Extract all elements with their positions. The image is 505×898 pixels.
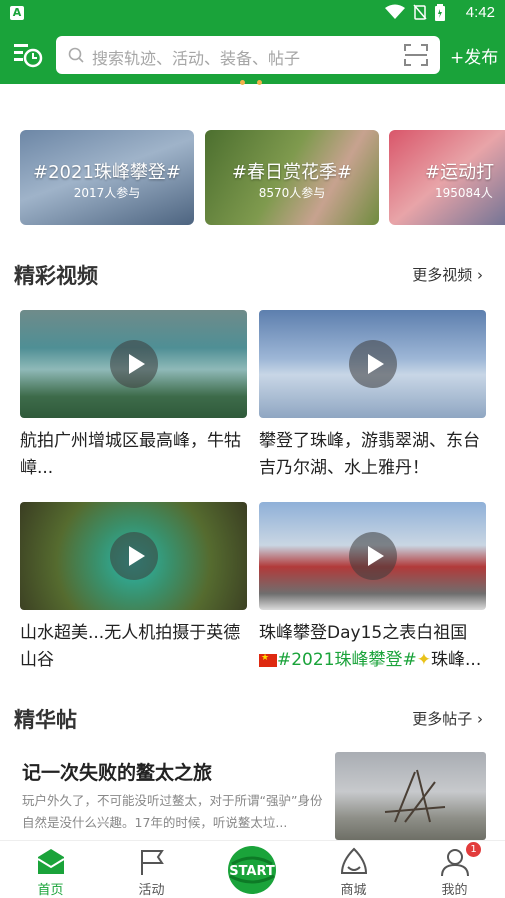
topic-tag[interactable]: #2021珠峰攀登#: [277, 650, 417, 670]
start-label: START: [229, 864, 275, 879]
topic-title: #春日赏花季#: [231, 162, 353, 183]
video-title: 攀登了珠峰，游翡翠湖、东台吉乃尔湖、水上雅丹！: [259, 431, 480, 478]
status-icons: [385, 4, 445, 21]
topic-title: #2021珠峰攀登#: [33, 162, 181, 183]
tab-home[interactable]: 首页: [0, 841, 101, 898]
pager-dot: [257, 80, 262, 85]
publish-button[interactable]: +发布: [450, 43, 498, 68]
top-bar: 搜索轨迹、活动、装备、帖子 +发布: [0, 26, 505, 84]
video-title-tail: 珠峰...: [431, 650, 482, 670]
china-flag-icon: ★: [259, 653, 277, 667]
tab-label: 首页: [37, 883, 64, 898]
search-icon: [68, 47, 84, 63]
search-bar[interactable]: 搜索轨迹、活动、装备、帖子: [56, 36, 440, 74]
video-title: 珠峰攀登Day15之表白祖国 ★ #2021珠峰攀登#✦珠峰...: [259, 620, 486, 674]
chevron-right-icon: ›: [477, 266, 483, 284]
tab-label: 我的: [441, 883, 468, 898]
no-sim-icon: [413, 4, 427, 20]
video-card[interactable]: 航拍广州增城区最高峰，牛牯嶂...: [20, 310, 247, 482]
play-icon[interactable]: [109, 340, 158, 388]
video-title: 航拍广州增城区最高峰，牛牯嶂...: [20, 431, 241, 478]
video-title: 山水超美...无人机拍摄于英德山谷: [20, 623, 241, 670]
pager-dot: [240, 80, 245, 85]
post-card[interactable]: 记一次失败的鳌太之旅 玩户外久了，不可能没听过鳌太，对于所谓“强驴”身份自然是没…: [20, 752, 486, 840]
video-card[interactable]: 山水超美...无人机拍摄于英德山谷: [20, 502, 247, 674]
bottom-tab-bar: 首页 活动 START 商城 1 我的: [0, 840, 505, 898]
video-card[interactable]: 攀登了珠峰，游翡翠湖、东台吉乃尔湖、水上雅丹！: [259, 310, 486, 482]
banner-pager: [240, 80, 262, 85]
mall-icon: [340, 847, 368, 874]
post-title: 记一次失败的鳌太之旅: [22, 762, 213, 784]
wifi-icon: [385, 4, 405, 19]
history-menu-button[interactable]: [12, 38, 44, 70]
video-thumbnail[interactable]: [20, 502, 247, 610]
more-videos-label: 更多视频: [412, 266, 473, 284]
history-list-icon: [14, 44, 43, 68]
section-title-posts: 精华帖: [14, 708, 77, 732]
post-excerpt: 玩户外久了，不可能没听过鳌太，对于所谓“强驴”身份自然是没什么兴趣。17年的时候…: [22, 793, 323, 830]
video-title-text: 珠峰攀登Day15之表白祖国: [259, 623, 468, 643]
tab-mine[interactable]: 1 我的: [404, 841, 505, 898]
home-icon: [37, 849, 65, 874]
clock: 4:42: [465, 4, 495, 21]
notification-badge: 1: [466, 842, 481, 857]
tab-label: 商城: [340, 883, 367, 898]
battery-icon: [435, 4, 445, 21]
scan-icon[interactable]: [404, 44, 428, 66]
sparkle-icon: ✦: [416, 650, 432, 670]
topic-count: 8570人参与: [258, 186, 326, 200]
section-title-videos: 精彩视频: [14, 264, 98, 288]
video-thumbnail[interactable]: [20, 310, 247, 418]
post-image[interactable]: [335, 752, 486, 840]
play-icon[interactable]: [348, 340, 397, 388]
chevron-right-icon: ›: [477, 710, 483, 728]
video-thumbnail[interactable]: [259, 310, 486, 418]
more-posts-link[interactable]: 更多帖子 ›: [412, 708, 483, 729]
video-card[interactable]: 珠峰攀登Day15之表白祖国 ★ #2021珠峰攀登#✦珠峰...: [259, 502, 486, 674]
more-posts-label: 更多帖子: [412, 710, 473, 728]
topic-card[interactable]: #2021珠峰攀登# 2017人参与: [20, 130, 194, 225]
topic-card[interactable]: #运动打 195084人: [389, 130, 505, 225]
status-bar: A 4:42: [0, 0, 505, 26]
tab-activity[interactable]: 活动: [101, 841, 202, 898]
play-icon[interactable]: [348, 532, 397, 580]
topic-count: 195084人: [435, 186, 493, 200]
flag-icon: [141, 850, 164, 875]
tab-label: 活动: [138, 883, 165, 898]
topic-title: #运动打: [425, 162, 495, 183]
tab-start[interactable]: START: [202, 841, 303, 898]
play-icon[interactable]: [109, 532, 158, 580]
topic-card[interactable]: #春日赏花季# 8570人参与: [205, 130, 379, 225]
post-image-sticks: [384, 769, 446, 823]
app-notification-icon: A: [10, 6, 24, 20]
search-placeholder[interactable]: 搜索轨迹、活动、装备、帖子: [92, 45, 300, 69]
start-globe-icon: START: [228, 846, 276, 894]
video-thumbnail[interactable]: [259, 502, 486, 610]
more-videos-link[interactable]: 更多视频 ›: [412, 264, 483, 285]
topic-count: 2017人参与: [73, 186, 141, 200]
tab-mall[interactable]: 商城: [303, 841, 404, 898]
topic-carousel[interactable]: #2021珠峰攀登# 2017人参与 #春日赏花季# 8570人参与 #运动打 …: [20, 130, 505, 226]
